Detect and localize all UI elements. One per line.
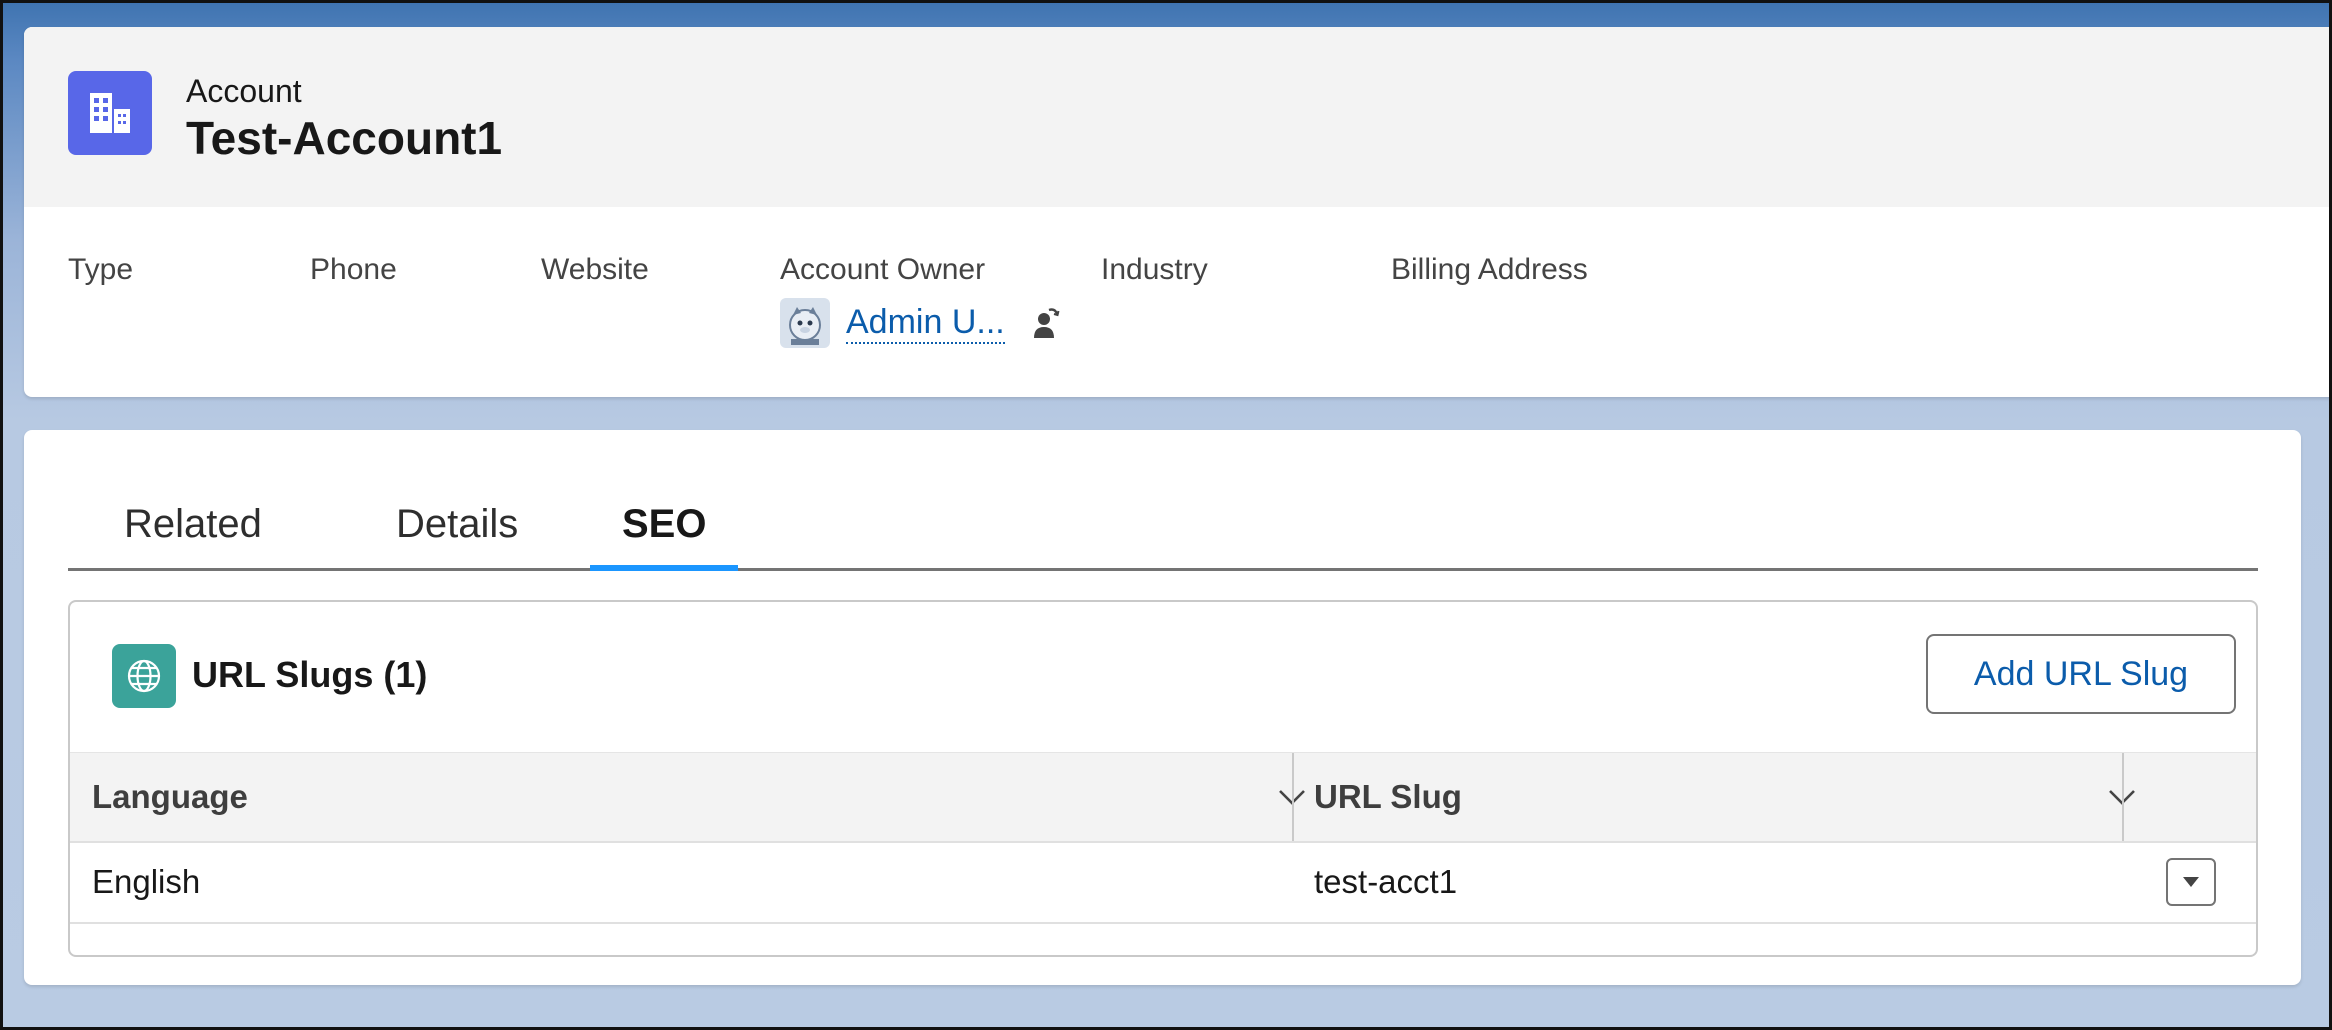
user-avatar-icon <box>780 298 830 348</box>
url-slugs-related-list: URL Slugs (1) Add URL Slug Language URL … <box>68 600 2258 957</box>
tab-seo-label: SEO <box>622 501 707 546</box>
field-label-industry: Industry <box>1101 253 1208 286</box>
globe-icon <box>112 644 176 708</box>
related-list-title: URL Slugs (1) <box>192 654 428 695</box>
account-owner-value: Admin U... <box>780 295 1061 351</box>
tab-details-label: Details <box>396 501 519 546</box>
column-divider <box>1292 753 1294 841</box>
caret-down-icon <box>2183 877 2199 887</box>
field-label-billing-address: Billing Address <box>1391 253 1588 286</box>
record-tabs-card: Related Details SEO URL Slugs (1) Add UR… <box>24 430 2301 985</box>
record-name: Test-Account1 <box>186 112 503 164</box>
record-object-type: Account <box>186 73 302 109</box>
field-label-phone: Phone <box>310 253 397 286</box>
cell-url-slug: test-acct1 <box>1314 863 1458 900</box>
record-title-bar: Account Test-Account1 <box>24 27 2332 207</box>
field-label-type: Type <box>68 253 134 286</box>
column-header-url-slug[interactable]: URL Slug <box>1314 753 1462 841</box>
account-building-icon <box>68 71 152 155</box>
column-header-language[interactable]: Language <box>92 753 248 841</box>
tab-related[interactable]: Related <box>124 480 262 568</box>
change-owner-icon[interactable] <box>1031 305 1061 341</box>
active-tab-indicator <box>590 565 738 571</box>
tab-seo[interactable]: SEO <box>622 480 706 568</box>
table-row: English test-acct1 <box>70 842 2256 924</box>
cell-language: English <box>92 863 201 900</box>
tab-bar: Related Details SEO <box>68 480 2258 571</box>
field-label-account-owner: Account Owner <box>780 253 986 286</box>
tab-related-label: Related <box>124 501 262 546</box>
row-actions-button[interactable] <box>2166 858 2216 906</box>
tab-details[interactable]: Details <box>396 480 518 568</box>
add-url-slug-button[interactable]: Add URL Slug <box>1926 634 2236 714</box>
table-header: Language URL Slug <box>70 752 2256 843</box>
record-header: Account Test-Account1 Type Phone Website… <box>24 27 2332 397</box>
account-owner-link[interactable]: Admin U... <box>846 302 1005 344</box>
column-divider <box>2122 753 2124 841</box>
field-label-website: Website <box>541 253 649 286</box>
